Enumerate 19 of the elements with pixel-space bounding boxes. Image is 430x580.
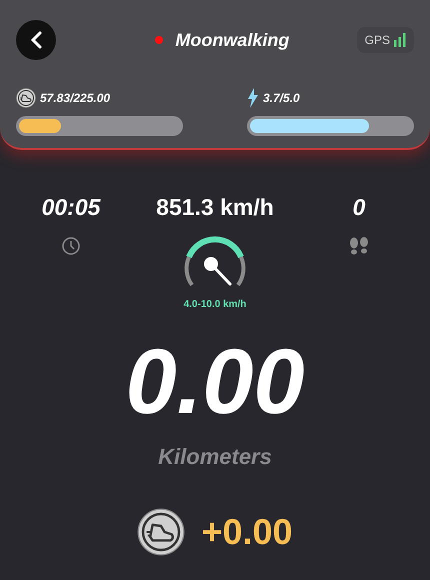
lightning-icon (247, 88, 259, 108)
signal-icon (394, 33, 406, 47)
shoe-coin-icon (16, 88, 36, 108)
footprints-icon (348, 236, 370, 254)
shoe-coin-icon (137, 508, 186, 556)
distance-unit: Kilometers (158, 442, 272, 470)
reward-amount: +0.00 (201, 510, 293, 554)
speed-range: 4.0-10.0 km/h (184, 298, 246, 312)
back-icon (29, 31, 43, 49)
gps-label: GPS (364, 32, 390, 49)
step-count: 0 (352, 193, 366, 222)
current-speed: 851.3 km/h (156, 193, 274, 222)
clock-icon (62, 236, 80, 254)
distance-value: 0.00 (125, 336, 305, 428)
back-button[interactable] (16, 20, 56, 60)
activity-title: Moonwalking (175, 28, 290, 52)
meter-reading: 3.7/5.0 (263, 90, 300, 107)
elapsed-time: 00:05 (42, 193, 100, 222)
meter-reading: 57.83/225.00 (40, 90, 110, 107)
